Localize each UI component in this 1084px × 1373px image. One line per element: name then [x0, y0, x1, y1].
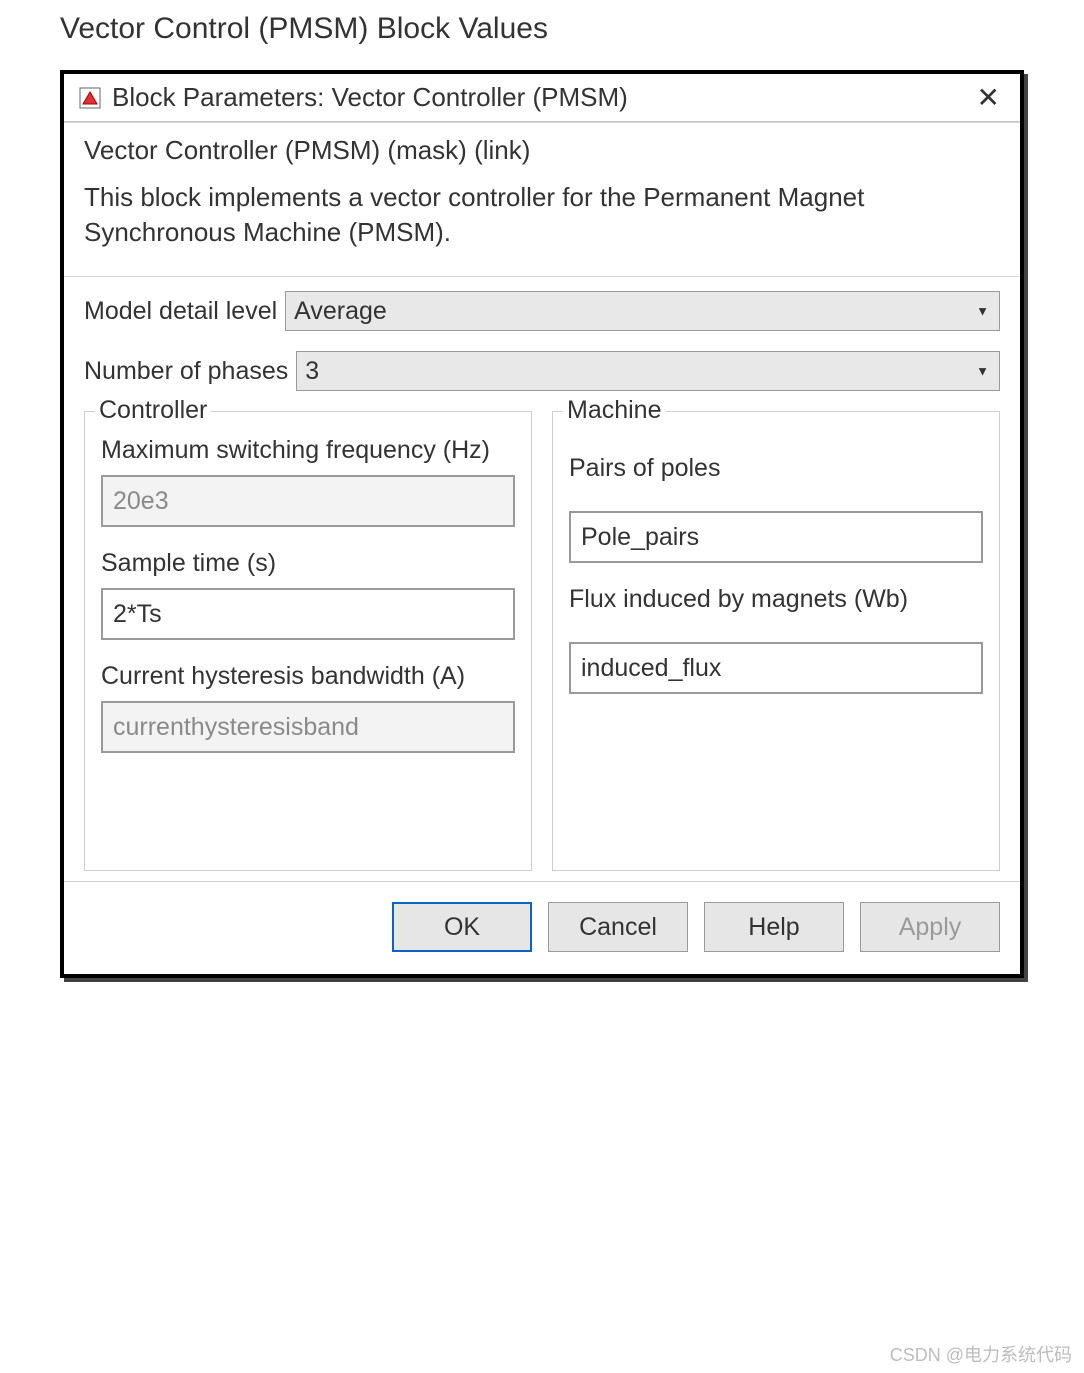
- block-description: This block implements a vector controlle…: [84, 180, 1000, 250]
- sample-time-input[interactable]: [101, 588, 515, 640]
- machine-legend: Machine: [563, 396, 666, 425]
- pairs-of-poles-input[interactable]: [569, 511, 983, 563]
- model-detail-select[interactable]: Average ▼: [285, 291, 1000, 331]
- chevron-down-icon: ▼: [976, 304, 989, 319]
- dialog-window: Block Parameters: Vector Controller (PMS…: [60, 70, 1024, 978]
- flux-label: Flux induced by magnets (Wb): [569, 585, 983, 614]
- model-detail-value: Average: [294, 297, 387, 326]
- phases-row: Number of phases 3 ▼: [84, 351, 1000, 391]
- model-detail-label: Model detail level: [84, 297, 277, 326]
- controller-group: Controller Maximum switching frequency (…: [84, 411, 532, 871]
- max-switching-label: Maximum switching frequency (Hz): [101, 436, 515, 465]
- phases-label: Number of phases: [84, 357, 288, 386]
- button-bar: OK Cancel Help Apply: [64, 881, 1020, 974]
- mask-header: Vector Controller (PMSM) (mask) (link) T…: [64, 122, 1020, 277]
- cancel-button[interactable]: Cancel: [548, 902, 688, 952]
- pairs-of-poles-label: Pairs of poles: [569, 454, 983, 483]
- hysteresis-input: [101, 701, 515, 753]
- groups-row: Controller Maximum switching frequency (…: [84, 411, 1000, 871]
- parameters-area: Model detail level Average ▼ Number of p…: [64, 277, 1020, 881]
- watermark: CSDN @电力系统代码: [890, 1341, 1072, 1367]
- simulink-block-icon: [78, 86, 102, 110]
- page-heading: Vector Control (PMSM) Block Values: [0, 0, 1084, 70]
- mask-link[interactable]: Vector Controller (PMSM) (mask) (link): [84, 135, 1000, 166]
- apply-button: Apply: [860, 902, 1000, 952]
- phases-value: 3: [305, 357, 319, 386]
- hysteresis-label: Current hysteresis bandwidth (A): [101, 662, 515, 691]
- help-button[interactable]: Help: [704, 902, 844, 952]
- machine-group: Machine Pairs of poles Flux induced by m…: [552, 411, 1000, 871]
- chevron-down-icon: ▼: [976, 364, 989, 379]
- flux-input[interactable]: [569, 642, 983, 694]
- sample-time-label: Sample time (s): [101, 549, 515, 578]
- close-icon[interactable]: ✕: [977, 84, 1000, 112]
- max-switching-input: [101, 475, 515, 527]
- ok-button[interactable]: OK: [392, 902, 532, 952]
- model-detail-row: Model detail level Average ▼: [84, 291, 1000, 331]
- window-title: Block Parameters: Vector Controller (PMS…: [112, 82, 628, 113]
- titlebar-left: Block Parameters: Vector Controller (PMS…: [78, 82, 628, 113]
- titlebar: Block Parameters: Vector Controller (PMS…: [64, 74, 1020, 122]
- controller-legend: Controller: [95, 396, 211, 425]
- phases-select[interactable]: 3 ▼: [296, 351, 1000, 391]
